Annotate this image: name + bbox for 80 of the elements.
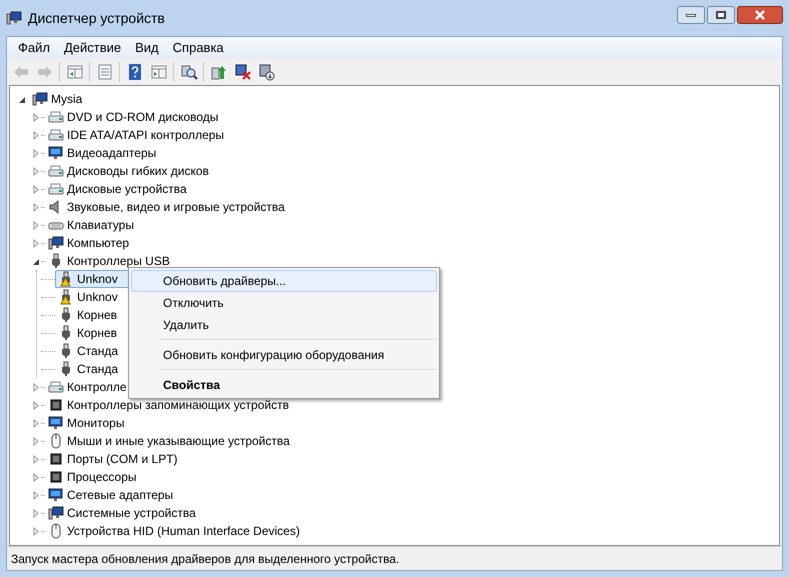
context-menu-item[interactable]: Свойства [131,374,437,396]
context-menu-item[interactable]: Удалить [131,314,437,336]
tree-item[interactable]: Сетевые адаптеры [45,486,176,504]
expand-arrow-icon[interactable] [32,400,41,410]
drive-icon [48,379,64,395]
status-bar-text: Запуск мастера обновления драйверов для выделенного устройства. [11,550,400,568]
computer-icon [48,235,64,251]
expand-arrow-icon[interactable] [32,148,41,158]
window-title: Диспетчер устройств [28,8,165,28]
computer-icon [48,505,64,521]
tree-item[interactable]: Контроллеры USB [45,252,173,270]
tree-item[interactable]: Мыши и иные указывающие устройства [45,432,293,450]
tree-item[interactable]: Звуковые, видео и игровые устройства [45,198,288,216]
menu-item[interactable]: Файл [11,38,57,58]
expand-arrow-icon[interactable] [32,130,41,140]
drive-icon [48,127,64,143]
expand-arrow-icon[interactable] [32,454,41,464]
tree-item[interactable]: Корнев [55,306,120,324]
menu-item[interactable]: Вид [128,38,166,58]
expand-arrow-icon[interactable] [32,184,41,194]
tree-item[interactable]: Процессоры [45,468,140,486]
minimize-button[interactable] [677,6,705,24]
close-button[interactable] [737,6,783,24]
expand-arrow-icon[interactable] [32,166,41,176]
collapse-arrow-icon[interactable] [18,94,27,104]
expand-arrow-icon[interactable] [32,202,41,212]
tree-item[interactable]: Unknov [55,288,121,306]
monitor-icon [48,145,64,161]
monitor-icon [48,487,64,503]
tree-item[interactable]: Дисковые устройства [45,180,190,198]
chip-icon [48,397,64,413]
collapse-arrow-icon[interactable] [32,256,41,266]
close-icon [755,10,765,20]
tree-item[interactable]: Видеоадаптеры [45,144,160,162]
expand-arrow-icon[interactable] [32,472,41,482]
tree-item[interactable]: Корнев [55,324,120,342]
tree-item[interactable]: Компьютер [45,234,132,252]
tree-item[interactable]: Дисководы гибких дисков [45,162,212,180]
drive-icon [48,163,64,179]
tree-item[interactable]: Системные устройства [45,504,199,522]
computer-icon [32,91,48,107]
expand-arrow-icon[interactable] [32,490,41,500]
expand-arrow-icon[interactable] [32,526,41,536]
menu-item[interactable]: Справка [166,38,231,58]
scan-hardware-icon [180,63,198,81]
tree-item[interactable]: Порты (COM и LPT) [45,450,181,468]
expand-arrow-icon[interactable] [32,418,41,428]
context-menu-item[interactable]: Обновить конфигурацию оборудования [131,344,437,366]
expand-arrow-icon[interactable] [32,382,41,392]
tree-item[interactable]: Mysia [29,90,86,108]
context-menu-item[interactable]: Отключить [131,292,437,314]
expand-arrow-icon[interactable] [32,112,41,122]
properties-icon [96,63,114,81]
expand-arrow-icon[interactable] [32,220,41,230]
chip-icon [48,451,64,467]
expand-arrow-icon[interactable] [32,436,41,446]
chip-icon [48,469,64,485]
tree-item[interactable]: Клавиатуры [45,216,137,234]
tree-item[interactable]: DVD и CD-ROM дисководы [45,108,222,126]
expand-arrow-icon[interactable] [32,508,41,518]
uninstall-icon [234,63,252,81]
pane-icon [66,63,84,81]
tree-item[interactable]: Станда [55,342,122,360]
computer-icon [6,10,22,26]
menu-item[interactable]: Действие [56,38,128,58]
disable-device-icon [258,63,276,81]
tree-item[interactable]: Устройства HID (Human Interface Devices) [45,522,303,540]
tree-item[interactable]: Контролле [45,378,130,396]
monitor-icon [48,415,64,431]
context-menu-item[interactable]: Обновить драйверы... [131,270,437,292]
drive-icon [48,109,64,125]
tree-item[interactable]: Мониторы [45,414,128,432]
expand-arrow-icon[interactable] [32,238,41,248]
tree-item[interactable]: Контроллеры запоминающих устройств [45,396,292,414]
tree-item[interactable]: IDE ATA/ATAPI контроллеры [45,126,228,144]
view-pane-icon [150,63,168,81]
forward-arrow-icon [36,63,54,81]
drive-icon [48,181,64,197]
maximize-button[interactable] [707,6,735,24]
tree-item[interactable]: Станда [55,360,122,378]
